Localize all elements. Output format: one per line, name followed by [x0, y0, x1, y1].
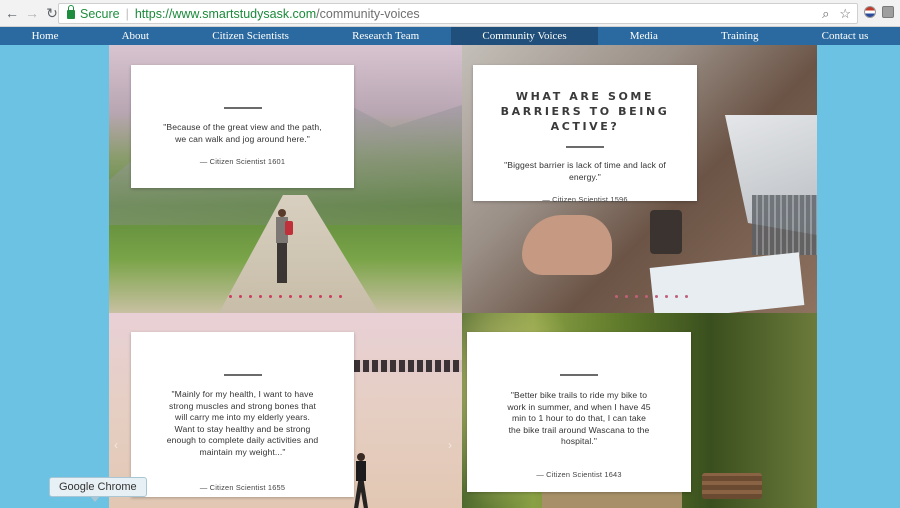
card-rule	[223, 374, 262, 376]
card-rule	[223, 107, 262, 109]
chevron-right-icon[interactable]: ›	[448, 438, 452, 452]
card-attribution: — Citizen Scientist 1655	[199, 482, 286, 492]
chevron-left-icon[interactable]: ‹	[114, 438, 118, 452]
secure-label: Secure	[80, 6, 120, 21]
slider-dots-1	[229, 295, 342, 298]
slider-dot[interactable]	[239, 295, 242, 298]
nav-item-media[interactable]: Media	[598, 27, 689, 45]
url-path: /community-voices	[316, 6, 420, 21]
quote-card-2: WHAT ARE SOME BARRIERS TO BEING ACTIVE? …	[473, 65, 697, 205]
flag-extension-icon[interactable]	[864, 6, 876, 18]
slider-dot[interactable]	[249, 295, 252, 298]
paper-shape	[649, 252, 805, 313]
forward-icon[interactable]: →	[24, 5, 40, 21]
card-attribution: — Citizen Scientist 1596	[542, 195, 628, 205]
star-icon[interactable]: ☆	[839, 6, 851, 22]
address-bar[interactable]: Secure | https://www.smartstudysask.com /…	[58, 3, 858, 24]
magnifier-icon[interactable]: ⌕	[822, 6, 829, 22]
slider-dot[interactable]	[329, 295, 332, 298]
slider-dot[interactable]	[685, 295, 688, 298]
url-host: https://www.smartstudysask.com	[134, 6, 317, 21]
card-quote: "Biggest barrier is lack of time and lac…	[504, 160, 666, 182]
lock-icon	[67, 5, 75, 19]
hand-shape	[522, 215, 612, 275]
card-rule	[560, 374, 598, 376]
browser-toolbar: ← → ↻ Secure | https://www.smartstudysas…	[0, 0, 900, 27]
slider-dot[interactable]	[625, 295, 628, 298]
logs-shape	[702, 473, 762, 499]
address-separator: |	[125, 6, 129, 21]
slider-dot[interactable]	[259, 295, 262, 298]
slider-dot[interactable]	[299, 295, 302, 298]
slider-dot[interactable]	[665, 295, 668, 298]
slider-dot[interactable]	[279, 295, 282, 298]
slider-dot[interactable]	[289, 295, 292, 298]
omnibox-icons: ⌕ ☆	[822, 6, 851, 22]
chrome-tooltip: Google Chrome	[49, 477, 147, 502]
slider-dot[interactable]	[339, 295, 342, 298]
nav-item-contact-us[interactable]: Contact us	[790, 27, 900, 45]
cup-shape	[650, 210, 682, 254]
card-attribution: — Citizen Scientist 1643	[536, 469, 622, 479]
card-rule	[566, 146, 604, 148]
nav-item-training[interactable]: Training	[689, 27, 790, 45]
runner-figure	[354, 453, 368, 508]
slider-dot[interactable]	[319, 295, 322, 298]
slider-dots-2	[615, 295, 688, 298]
quote-card-1: "Because of the great view and the path,…	[131, 65, 354, 188]
slider-dot[interactable]	[229, 295, 232, 298]
nav-item-citizen-scientists[interactable]: Citizen Scientists	[181, 27, 321, 45]
walker-figure	[273, 209, 293, 283]
site-navigation: Home About Citizen Scientists Research T…	[0, 27, 900, 45]
extension-icons	[864, 6, 894, 18]
card-quote: "Better bike trails to ride my bike to w…	[507, 390, 651, 447]
quote-card-3: "Mainly for my health, I want to have st…	[131, 332, 354, 497]
nav-item-about[interactable]: About	[90, 27, 181, 45]
extension-icon[interactable]	[882, 6, 894, 18]
card-quote: "Mainly for my health, I want to have st…	[166, 389, 319, 457]
slider-dot[interactable]	[615, 295, 618, 298]
card-heading: WHAT ARE SOME BARRIERS TO BEING ACTIVE?	[500, 90, 670, 133]
slider-dot[interactable]	[645, 295, 648, 298]
quote-card-4: "Better bike trails to ride my bike to w…	[467, 332, 691, 492]
slider-dot[interactable]	[269, 295, 272, 298]
card-attribution: — Citizen Scientist 1601	[199, 157, 286, 167]
slider-dot[interactable]	[635, 295, 638, 298]
keyboard-shape	[752, 195, 817, 255]
slider-dot[interactable]	[655, 295, 658, 298]
window-strip-shape	[354, 360, 462, 372]
nav-item-community-voices[interactable]: Community Voices	[450, 27, 599, 45]
card-quote: "Because of the great view and the path,…	[163, 122, 322, 144]
back-icon[interactable]: ←	[4, 5, 20, 21]
nav-item-research-team[interactable]: Research Team	[321, 27, 451, 45]
nav-item-home[interactable]: Home	[0, 27, 90, 45]
slider-dot[interactable]	[675, 295, 678, 298]
slider-dot[interactable]	[309, 295, 312, 298]
